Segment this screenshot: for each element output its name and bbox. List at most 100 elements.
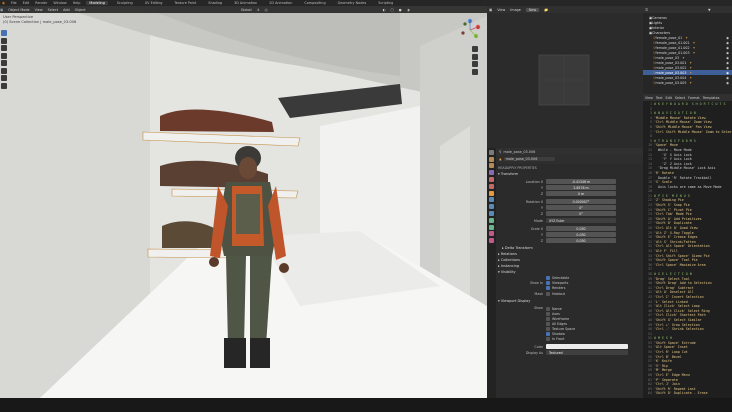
constraints-tab-icon[interactable] — [489, 217, 494, 223]
particles-tab-icon[interactable] — [489, 204, 494, 210]
overlays-icon[interactable]: ◐ — [383, 8, 386, 12]
world-tab-icon[interactable] — [489, 183, 494, 189]
tab-scripting[interactable]: Scripting — [375, 1, 396, 5]
navigation-gizmo[interactable]: X Y Z — [458, 18, 482, 42]
text-line[interactable]: 64 'Shift D' Duplicate - Erase — [644, 391, 732, 396]
snap-icon[interactable]: ⚓ — [257, 8, 260, 12]
uv-editor[interactable]: ▣ View Image New 📁 — [487, 6, 643, 148]
view-layer-tab-icon[interactable] — [489, 170, 494, 176]
modifiers-tab-icon[interactable] — [489, 197, 494, 203]
zoom-icon[interactable] — [472, 46, 478, 52]
show-option-checkbox[interactable] — [546, 326, 550, 331]
measure-tool-icon[interactable] — [1, 82, 7, 89]
proportional-edit-icon[interactable]: ◎ — [265, 8, 268, 12]
open-image-icon[interactable]: 📁 — [544, 8, 548, 12]
show-option-checkbox[interactable] — [546, 321, 550, 326]
object-name-field[interactable]: male_pose_03.006 — [503, 150, 535, 154]
menu-add[interactable]: Add — [63, 8, 70, 12]
scale-x-field[interactable]: 0.030 — [546, 226, 616, 231]
text-line[interactable]: 19 Axis locks are same as Move Mode — [644, 185, 732, 190]
visibility-toggle[interactable]: ▾ Visibility — [498, 270, 641, 274]
text-editor[interactable]: View Text Edit Select Format Templates 1… — [643, 94, 732, 398]
scene-tab-icon[interactable] — [489, 176, 494, 182]
menu-view[interactable]: View — [497, 8, 505, 12]
physics-tab-icon[interactable] — [489, 210, 494, 216]
show-option-checkbox[interactable] — [546, 336, 550, 341]
blender-logo-icon[interactable]: ◉ — [2, 1, 5, 5]
menu-object[interactable]: Object — [75, 8, 86, 12]
menu-file[interactable]: File — [11, 1, 17, 5]
scale-z-field[interactable]: 0.030 — [546, 238, 616, 243]
location-y-field[interactable]: 2.6576 m — [546, 185, 616, 190]
tool-tab-icon[interactable] — [489, 149, 494, 155]
menu-edit[interactable]: Edit — [23, 1, 30, 5]
relations-toggle[interactable]: ▸ Relations — [498, 252, 641, 256]
shading-solid-icon[interactable]: ● — [399, 8, 402, 12]
outliner-item[interactable]: ▽ male_pose_03.005 ✦ ◉ — [643, 80, 732, 85]
visibility-eye-icon[interactable]: ◉ — [726, 71, 729, 75]
scale-tool-icon[interactable] — [1, 60, 7, 66]
color-swatch[interactable] — [546, 344, 628, 349]
material-tab-icon[interactable] — [489, 231, 494, 237]
rotation-y-field[interactable]: 0° — [546, 205, 616, 210]
visibility-eye-icon[interactable]: ◉ — [726, 66, 729, 70]
tab-uv-editing[interactable]: UV Editing — [142, 1, 166, 5]
text-line[interactable]: 7 'Ctrl Shift Middle Mouse' Zoom to Selec… — [644, 130, 732, 135]
text-line[interactable]: 1 # K E Y B O A R D S H O R T C U T S — [644, 102, 732, 107]
show-option-checkbox[interactable] — [546, 311, 550, 316]
tab-modeling[interactable]: Modeling — [86, 1, 108, 5]
scale-y-field[interactable]: 0.030 — [546, 232, 616, 237]
location-z-field[interactable]: 0 m — [546, 191, 616, 196]
move-tool-icon[interactable] — [1, 45, 7, 51]
menu-view[interactable]: View — [645, 96, 653, 100]
menu-format[interactable]: Format — [688, 96, 700, 100]
editor-type-icon[interactable]: ▣ — [489, 8, 492, 12]
transform-tool-icon[interactable] — [1, 67, 7, 74]
menu-window[interactable]: Window — [53, 1, 66, 5]
menu-help[interactable]: Help — [73, 1, 81, 5]
tab-texture-paint[interactable]: Texture Paint — [171, 1, 199, 5]
visibility-eye-icon[interactable]: ◉ — [726, 81, 729, 85]
menu-templates[interactable]: Templates — [703, 96, 720, 100]
render-tab-icon[interactable] — [489, 156, 494, 162]
visibility-eye-icon[interactable]: ◉ — [726, 61, 729, 65]
filter-icon[interactable]: ▼ — [708, 8, 711, 12]
editor-type-icon[interactable]: ☰ — [645, 8, 648, 12]
menu-edit[interactable]: Edit — [666, 96, 672, 100]
menu-text[interactable]: Text — [656, 96, 663, 100]
tab-shading[interactable]: Shading — [205, 1, 225, 5]
selectable-checkbox[interactable] — [546, 276, 550, 280]
show-option-checkbox[interactable] — [546, 306, 550, 311]
cursor-tool-icon[interactable] — [1, 37, 7, 44]
viewport-scene[interactable] — [0, 6, 487, 398]
renders-checkbox[interactable] — [546, 286, 550, 290]
object-tab-icon[interactable] — [489, 190, 494, 196]
menu-view[interactable]: View — [35, 8, 43, 12]
search-icon[interactable]: ⚲ — [499, 150, 501, 154]
rotation-z-field[interactable]: 0° — [546, 211, 616, 216]
location-x-field[interactable]: -0.41346 m — [546, 179, 616, 184]
visibility-eye-icon[interactable]: ◉ — [726, 41, 729, 45]
3d-viewport[interactable]: ▣ Object Mode View Select Add Object Glo… — [0, 6, 487, 398]
rotation-mode-dropdown[interactable]: XYZ Euler — [546, 218, 616, 223]
viewports-checkbox[interactable] — [546, 281, 550, 285]
display-as-dropdown[interactable]: Textured — [546, 350, 628, 355]
select-box-tool-icon[interactable] — [1, 30, 7, 36]
mesh-name-field[interactable]: male_pose_03.006 — [503, 157, 556, 161]
output-tab-icon[interactable] — [489, 163, 494, 169]
menu-render[interactable]: Render — [35, 1, 47, 5]
viewport-display-toggle[interactable]: ▾ Viewport Display — [498, 299, 641, 303]
texture-tab-icon[interactable] — [489, 238, 494, 244]
uv-grid[interactable] — [487, 13, 643, 148]
rotation-x-field[interactable]: 0.000007° — [546, 199, 616, 204]
delta-transform-toggle[interactable]: ▸ Delta Transform — [502, 246, 641, 250]
holdout-checkbox[interactable] — [546, 292, 550, 296]
visibility-eye-icon[interactable]: ◉ — [726, 56, 729, 60]
pan-hand-icon[interactable] — [472, 53, 478, 60]
selectable-checkbox-row[interactable]: Selectable — [498, 276, 641, 280]
collections-toggle[interactable]: ▸ Collections — [498, 258, 641, 262]
menu-select[interactable]: Select — [675, 96, 685, 100]
annotate-tool-icon[interactable] — [1, 75, 7, 81]
rotate-tool-icon[interactable] — [1, 52, 7, 59]
transform-orientation-dropdown[interactable]: Global — [241, 8, 252, 12]
